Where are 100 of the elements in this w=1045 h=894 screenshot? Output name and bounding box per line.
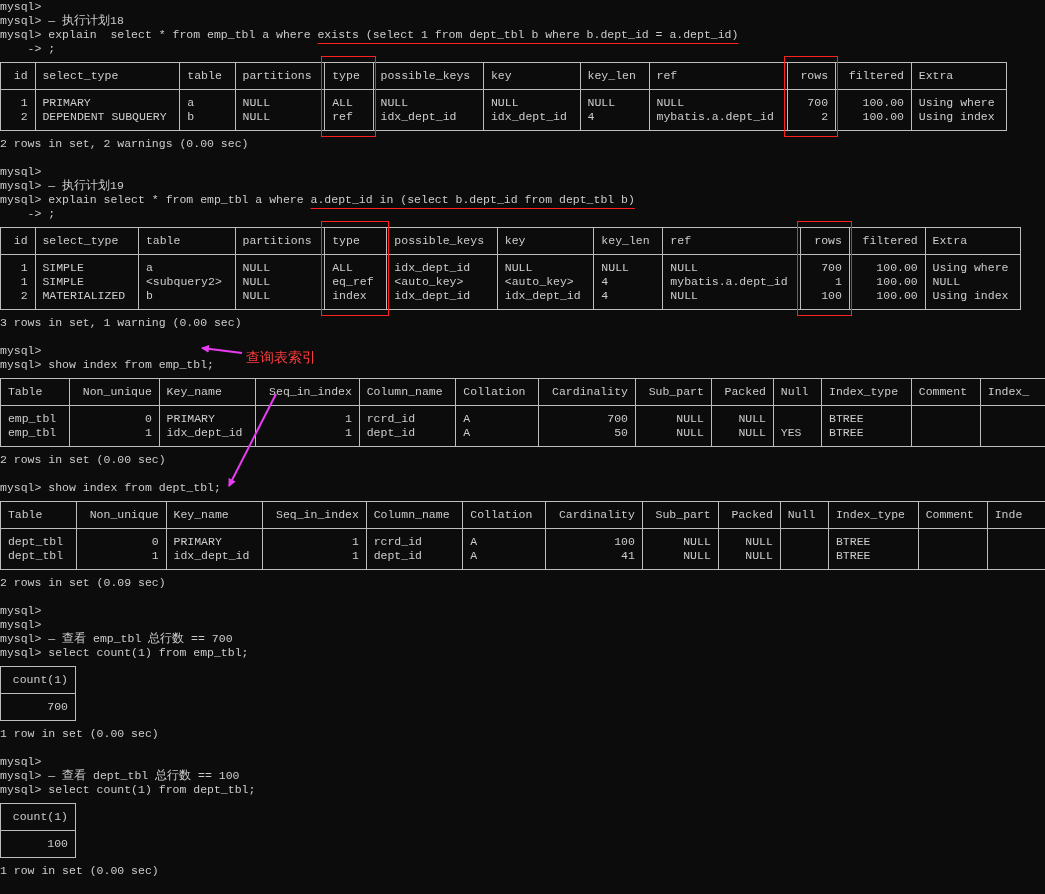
column-header: key bbox=[504, 234, 527, 248]
table-cell: 100.00 bbox=[876, 289, 918, 302]
table-cell: NULL bbox=[683, 535, 711, 548]
table-cell: mybatis.a.dept_id bbox=[670, 275, 788, 288]
table-cell: NULL bbox=[676, 426, 704, 439]
console-line: mysql> bbox=[0, 344, 42, 357]
console-line: mysql> bbox=[0, 165, 42, 178]
column-header: filtered bbox=[847, 69, 904, 83]
table-cell: 1 bbox=[20, 261, 28, 274]
column-header: Inde bbox=[994, 508, 1024, 522]
column-header: Table bbox=[7, 508, 44, 522]
column-header: possible_keys bbox=[380, 69, 472, 83]
column-header: Seq_in_index bbox=[268, 385, 352, 399]
table-cell: 1 bbox=[20, 96, 28, 109]
table-cell: BTREE bbox=[829, 426, 864, 439]
column-header: Column_name bbox=[366, 385, 444, 399]
console-line: 2 rows in set (0.00 sec) bbox=[0, 453, 166, 466]
table-cell: Using where bbox=[932, 261, 1009, 274]
column-header: key bbox=[490, 69, 513, 83]
column-header: rows bbox=[799, 69, 829, 83]
console-line: mysql> explain select * from emp_tbl a where exists (select 1 from dept_tbl b where b.dept_id = a.dept_id) bbox=[0, 28, 739, 41]
column-header: partitions bbox=[242, 234, 313, 248]
column-header: Column_name bbox=[373, 508, 451, 522]
table-cell: BTREE bbox=[835, 549, 871, 562]
console-line: 1 row in set (0.00 sec) bbox=[0, 864, 159, 877]
table-cell: NULL bbox=[380, 96, 409, 109]
column-header: Index_type bbox=[829, 385, 900, 399]
table-cell: 1 bbox=[345, 412, 352, 425]
console-line: mysql> select count(1) from dept_tbl; bbox=[0, 783, 256, 796]
column-header: key_len bbox=[601, 234, 651, 248]
column-header: Sub_part bbox=[647, 385, 704, 399]
table-cell: idx_dept_id bbox=[394, 289, 471, 302]
table-cell: 1 bbox=[151, 549, 159, 562]
table-cell: 4 bbox=[587, 110, 595, 123]
table-cell: A bbox=[463, 426, 471, 439]
column-header: key_len bbox=[587, 69, 637, 83]
table-cell: 0 bbox=[144, 412, 152, 425]
table-cell: ALL bbox=[332, 261, 353, 274]
table-cell: PRIMARY bbox=[173, 535, 222, 548]
table-cell: PRIMARY bbox=[42, 96, 91, 109]
table-cell: SIMPLE bbox=[42, 275, 84, 288]
column-header: Table bbox=[7, 385, 44, 399]
column-header: ref bbox=[670, 234, 693, 248]
table-cell: DEPENDENT SUBQUERY bbox=[42, 110, 167, 123]
column-header: count(1) bbox=[11, 810, 68, 824]
table-cell: NULL bbox=[670, 289, 698, 302]
column-header: partitions bbox=[242, 69, 313, 83]
column-header: Packed bbox=[723, 385, 766, 399]
table-cell: 1 bbox=[20, 275, 28, 288]
column-header: ref bbox=[656, 69, 679, 83]
column-header: table bbox=[187, 69, 223, 83]
column-header: Non_unique bbox=[88, 508, 159, 522]
table-cell: 700 bbox=[821, 261, 842, 274]
column-header: Cardinality bbox=[551, 385, 628, 399]
column-header: Extra bbox=[918, 69, 955, 83]
column-header: id bbox=[12, 234, 28, 248]
table-cell: NULL bbox=[601, 261, 629, 274]
table-cell: rcrd_id bbox=[366, 412, 416, 425]
table-cell: SIMPLE bbox=[42, 261, 84, 274]
table-cell: NULL bbox=[242, 110, 271, 123]
table-cell: rcrd_id bbox=[373, 535, 422, 548]
table-cell: ALL bbox=[332, 96, 353, 109]
console-line: mysql> — 执行计划18 bbox=[0, 14, 124, 27]
console-line: -> ; bbox=[26, 42, 56, 55]
table-cell: 1 bbox=[351, 535, 359, 548]
table-cell: idx_dept_id bbox=[173, 549, 250, 562]
table-cell: <subquery2> bbox=[145, 275, 222, 288]
console-line: 2 rows in set (0.09 sec) bbox=[0, 576, 166, 589]
console-line: mysql> bbox=[0, 755, 42, 768]
table-cell: 100.00 bbox=[862, 110, 904, 123]
table-cell: NULL bbox=[738, 426, 766, 439]
column-header: Sub_part bbox=[654, 508, 711, 522]
table-cell: idx_dept_id bbox=[380, 110, 457, 123]
column-header: Packed bbox=[730, 508, 773, 522]
column-header: type bbox=[332, 69, 361, 83]
table-cell: idx_dept_id bbox=[504, 289, 581, 302]
table-cell: dept_tbl bbox=[7, 535, 64, 548]
table-cell: 1 bbox=[834, 275, 842, 288]
table-cell: NULL bbox=[676, 412, 704, 425]
column-header: id bbox=[12, 69, 28, 83]
column-header: Cardinality bbox=[557, 508, 635, 522]
column-header: Non_unique bbox=[81, 385, 152, 399]
column-header: table bbox=[145, 234, 182, 248]
table-cell: 700 bbox=[47, 700, 68, 713]
column-header: Seq_in_index bbox=[275, 508, 359, 522]
column-header: Index_type bbox=[835, 508, 906, 522]
table-cell: 41 bbox=[621, 549, 635, 562]
table-cell: 100 bbox=[47, 837, 68, 850]
table-cell: A bbox=[470, 535, 478, 548]
arrow bbox=[201, 344, 243, 354]
table-cell: 100.00 bbox=[876, 275, 918, 288]
table-cell: A bbox=[463, 412, 471, 425]
table-cell: NULL bbox=[242, 275, 271, 288]
table-cell: A bbox=[470, 549, 478, 562]
table-cell: 1 bbox=[144, 426, 152, 439]
table-cell: 4 bbox=[601, 275, 609, 288]
table-cell: 1 bbox=[345, 426, 352, 439]
table-cell: 100.00 bbox=[862, 96, 904, 109]
table-cell: BTREE bbox=[835, 535, 871, 548]
table-cell: Using index bbox=[932, 289, 1009, 302]
